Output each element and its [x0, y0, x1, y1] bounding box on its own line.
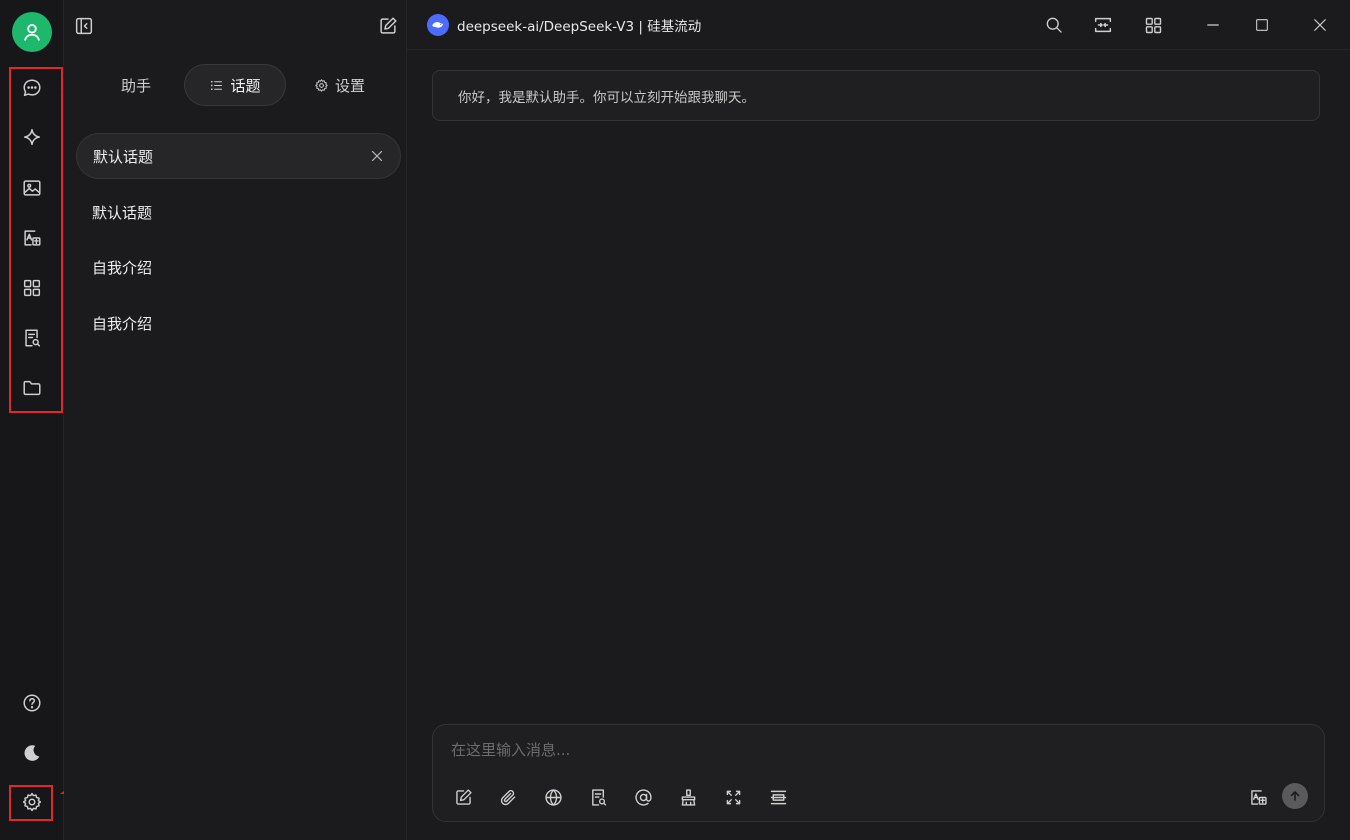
rail-files-button[interactable] [14, 370, 50, 406]
new-topic-icon [455, 788, 472, 805]
close-icon[interactable] [368, 147, 386, 165]
divider-icon [770, 790, 786, 804]
topic-item-active[interactable]: 默认话题 [76, 133, 401, 179]
tab-settings-label: 设置 [335, 76, 366, 95]
sparkle-icon [23, 129, 41, 146]
message-input[interactable] [451, 737, 1291, 763]
greeting-text: 你好，我是默认助手。你可以立刻开始跟我聊天。 [458, 89, 755, 106]
apps-grid-icon [1145, 17, 1161, 33]
maximize-icon [1256, 19, 1268, 31]
edit-icon [380, 17, 397, 34]
apps-grid-icon [23, 279, 41, 297]
close-window-button[interactable] [1307, 12, 1333, 38]
sidebar-toggle-icon [75, 17, 93, 35]
translate-button[interactable] [1244, 783, 1272, 811]
gear-icon [315, 78, 328, 92]
topic-label: 自我介绍 [92, 314, 153, 333]
user-icon [24, 24, 40, 41]
model-selector[interactable]: deepseek-ai/DeepSeek-V3 | 硅基流动 [427, 14, 701, 36]
maximize-button[interactable] [1249, 12, 1275, 38]
translate-icon [1250, 789, 1267, 805]
rail-apps-button[interactable] [14, 270, 50, 306]
tab-assistants-label: 助手 [121, 76, 152, 95]
rail-agents-button[interactable] [14, 120, 50, 156]
rail-chat-button[interactable] [14, 70, 50, 106]
topic-label: 自我介绍 [92, 258, 153, 277]
message-input-box [432, 724, 1325, 822]
knowledge-base-icon [591, 788, 606, 806]
tab-assistants[interactable]: 助手 [121, 64, 151, 106]
topic-item[interactable]: 默认话题 [76, 189, 401, 235]
tab-settings[interactable]: 设置 [314, 64, 365, 106]
layout-switch-icon [1094, 17, 1112, 33]
attachment-button[interactable] [494, 783, 522, 811]
web-search-button[interactable] [539, 783, 567, 811]
topic-panel: 助手 话题 设置 默认话题 默认话题 自我介绍 自我介绍 [64, 0, 407, 840]
toggle-sidebar-button[interactable] [70, 12, 98, 40]
folder-icon [23, 380, 41, 396]
theme-toggle-button[interactable] [14, 735, 50, 771]
search-button[interactable] [1041, 12, 1067, 38]
model-name: deepseek-ai/DeepSeek-V3 | 硅基流动 [457, 19, 702, 35]
divider-button[interactable] [764, 783, 792, 811]
topic-item[interactable]: 自我介绍 [76, 244, 401, 290]
tab-topics-label: 话题 [230, 76, 261, 95]
knowledge-icon [25, 329, 41, 347]
minimize-icon [1207, 24, 1219, 26]
settings-gear-icon [22, 792, 42, 812]
knowledge-base-button[interactable] [584, 783, 612, 811]
list-icon [211, 80, 223, 90]
help-icon [23, 694, 41, 712]
expand-icon [726, 790, 740, 804]
settings-button[interactable] [14, 784, 50, 820]
web-search-icon [544, 788, 562, 806]
mention-button[interactable] [629, 783, 657, 811]
rail-paint-button[interactable] [14, 170, 50, 206]
apps-button[interactable] [1140, 12, 1166, 38]
rail-knowledge-button[interactable] [14, 320, 50, 356]
deepseek-whale-icon [427, 14, 449, 36]
theme-moon-icon [24, 745, 40, 761]
help-button[interactable] [14, 685, 50, 721]
user-avatar[interactable] [12, 12, 52, 52]
tab-topics[interactable]: 话题 [184, 64, 286, 106]
minimize-button[interactable] [1200, 12, 1226, 38]
search-icon [1046, 17, 1062, 33]
new-topic-button[interactable] [449, 783, 477, 811]
left-rail [0, 0, 64, 840]
new-topic-top-button[interactable] [374, 12, 402, 40]
clear-button[interactable] [674, 783, 702, 811]
topic-label: 默认话题 [93, 147, 154, 166]
panel-tabs: 助手 话题 设置 [64, 64, 407, 108]
app-window: 助手 助手 [0, 0, 1350, 840]
title-bar: deepseek-ai/DeepSeek-V3 | 硅基流动 [407, 0, 1350, 50]
translate-icon [24, 230, 41, 246]
expand-button[interactable] [719, 783, 747, 811]
rail-translate-button[interactable] [14, 220, 50, 256]
mention-icon [634, 788, 652, 806]
topic-label: 默认话题 [92, 203, 153, 222]
clear-icon [681, 788, 695, 806]
assistant-greeting: 你好，我是默认助手。你可以立刻开始跟我聊天。 [432, 70, 1320, 121]
arrow-up-icon [1290, 791, 1300, 801]
image-icon [23, 180, 41, 196]
chat-icon [23, 79, 41, 97]
topic-item[interactable]: 自我介绍 [76, 300, 401, 346]
close-icon [1314, 19, 1326, 31]
layout-switch-button[interactable] [1090, 12, 1116, 38]
send-button[interactable] [1282, 783, 1308, 809]
attachment-icon [500, 789, 515, 805]
